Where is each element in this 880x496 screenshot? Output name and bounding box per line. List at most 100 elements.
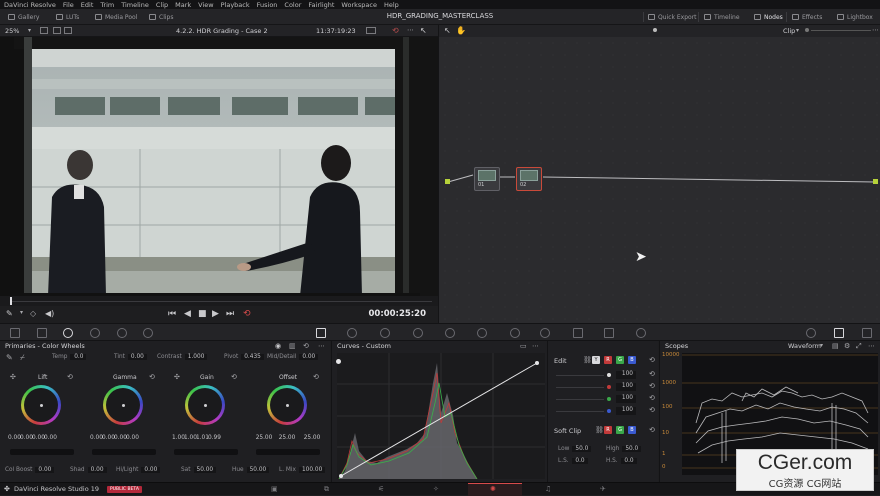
low-param[interactable]: Low 50.0 [558,446,592,452]
go-to-start-icon[interactable]: ⏮ [168,309,176,319]
high-value[interactable]: 50.0 [622,446,642,452]
menu-trim[interactable]: Trim [100,1,114,9]
lift-wheel-center[interactable] [24,388,58,422]
options-icon[interactable]: ⋯ [318,342,325,350]
lift-wheel[interactable] [21,385,61,425]
sizing-icon[interactable] [604,328,614,338]
loop-icon[interactable]: ⟲ [243,309,251,319]
y-channel-toggle[interactable]: Y [592,356,600,364]
page-edit-icon[interactable]: ⚟ [378,485,384,493]
pivot-value[interactable]: 0.435 [241,354,264,360]
gain-r[interactable]: 1.00 [184,435,197,441]
crosshair-icon[interactable]: ✣ [174,373,180,381]
effects-button[interactable]: Effects [792,12,822,22]
gain-y[interactable]: 1.00 [172,435,185,441]
loop-icon[interactable]: ⟲ [392,26,399,35]
reset-icon[interactable]: ⟲ [649,406,655,414]
info-icon[interactable] [862,328,872,338]
lift-b[interactable]: 0.00 [44,435,57,441]
tint-param[interactable]: Tint 0.00 [114,354,147,360]
offset-r[interactable]: 25.00 [254,435,274,441]
lightbox-button[interactable]: Lightbox [837,12,873,22]
menu-view[interactable]: View [198,1,213,9]
low-value[interactable]: 50.0 [572,446,592,452]
gain-wheel-center[interactable] [188,388,222,422]
contrast-param[interactable]: Contrast 1.000 [157,354,208,360]
gain-wheel[interactable] [185,385,225,425]
r-channel-toggle[interactable]: R [604,356,612,364]
page-color-icon[interactable]: ✺ [490,485,496,493]
zoom-dropdown[interactable]: 25% [5,27,19,35]
menu-help[interactable]: Help [384,1,399,9]
soft-clip-b-toggle[interactable]: B [628,426,636,434]
shadows-value[interactable]: 0.00 [87,467,107,473]
offset-g[interactable]: 25.00 [275,435,299,441]
pointer-icon[interactable]: ↖ [420,26,427,35]
scope-expand-icon[interactable]: ⤢ [856,342,862,351]
reset-icon[interactable]: ⟲ [649,426,655,434]
menu-playback[interactable]: Playback [221,1,250,9]
color-match-icon[interactable] [37,328,47,338]
stereo-icon[interactable] [806,328,816,338]
media-pool-button[interactable]: Media Pool [95,12,137,22]
viewer-mode-icon[interactable] [40,27,48,34]
curves-icon[interactable] [316,328,326,338]
volume-icon[interactable]: ◀) [45,309,54,318]
low-soft-value[interactable]: 0.0 [571,458,588,464]
menu-clip[interactable]: Clip [156,1,168,9]
menu-fusion[interactable]: Fusion [257,1,278,9]
options-icon[interactable]: ⋯ [407,26,414,34]
highlight-value[interactable]: 0.00 [141,467,161,473]
soft-clip-g-toggle[interactable]: G [616,426,624,434]
tint-value[interactable]: 0.00 [127,354,147,360]
options-icon[interactable]: ⋯ [868,342,875,350]
zoom-slider[interactable] [811,30,871,31]
reset-icon[interactable]: ⟲ [649,382,655,390]
play-reverse-icon[interactable]: ◀ [184,309,191,319]
pen-tool-icon[interactable]: ✎ [6,309,13,318]
g-channel-toggle[interactable]: G [616,356,624,364]
col-boost-value[interactable]: 0.00 [35,467,55,473]
gain-g[interactable]: 1.01 [196,435,209,441]
reset-icon[interactable]: ⟲ [649,370,655,378]
menu-color[interactable]: Color [284,1,301,9]
node-graph[interactable]: 01 02 ➤ [438,37,880,323]
chevron-down-icon[interactable]: ▾ [20,309,23,316]
reset-icon[interactable]: ⟲ [303,342,309,350]
scopes-icon[interactable] [834,328,844,338]
scope-settings-icon[interactable]: ⚙ [844,342,850,350]
gamma-b[interactable]: 0.00 [126,435,139,441]
pointer-icon[interactable]: ↖ [444,26,451,35]
menu-app[interactable]: DaVinci Resolve [4,1,56,9]
menu-mark[interactable]: Mark [175,1,191,9]
gamma-wheel[interactable] [103,385,143,425]
temp-param[interactable]: Temp 0.0 [52,354,87,360]
page-deliver-icon[interactable]: ✈ [600,485,606,493]
offset-master-slider[interactable] [256,449,320,455]
menu-fairlight[interactable]: Fairlight [308,1,334,9]
motion-effects-icon[interactable] [143,328,153,338]
scrub-bar[interactable] [0,296,438,306]
saturation-param[interactable]: Sat 50.00 [181,467,217,473]
menu-workspace[interactable]: Workspace [341,1,377,9]
low-soft-param[interactable]: L.S. 0.0 [558,458,588,464]
gamma-master-slider[interactable] [92,449,156,455]
gamma-wheel-center[interactable] [106,388,140,422]
menu-edit[interactable]: Edit [81,1,94,9]
high-param[interactable]: High 50.0 [606,446,642,452]
reset-icon[interactable]: ⟲ [231,373,237,381]
scope-channel-icon[interactable]: ▤ [832,342,839,350]
b-curve-slider[interactable] [556,411,604,412]
magic-mask-icon[interactable] [510,328,520,338]
crosshair-icon[interactable]: ✣ [10,373,16,381]
viewer-mode-icon[interactable] [64,27,72,34]
output-port[interactable] [873,179,878,184]
link-icon[interactable]: ⛓ [595,426,604,434]
node-01[interactable]: 01 [474,167,500,191]
qualifier-icon[interactable] [380,328,390,338]
gamma-r[interactable]: 0.00 [102,435,115,441]
gamma-g[interactable]: 0.00 [114,435,127,441]
luma-mix-value[interactable]: 100.00 [298,467,326,473]
source-input[interactable] [445,179,450,184]
camera-raw-icon[interactable] [10,328,20,338]
